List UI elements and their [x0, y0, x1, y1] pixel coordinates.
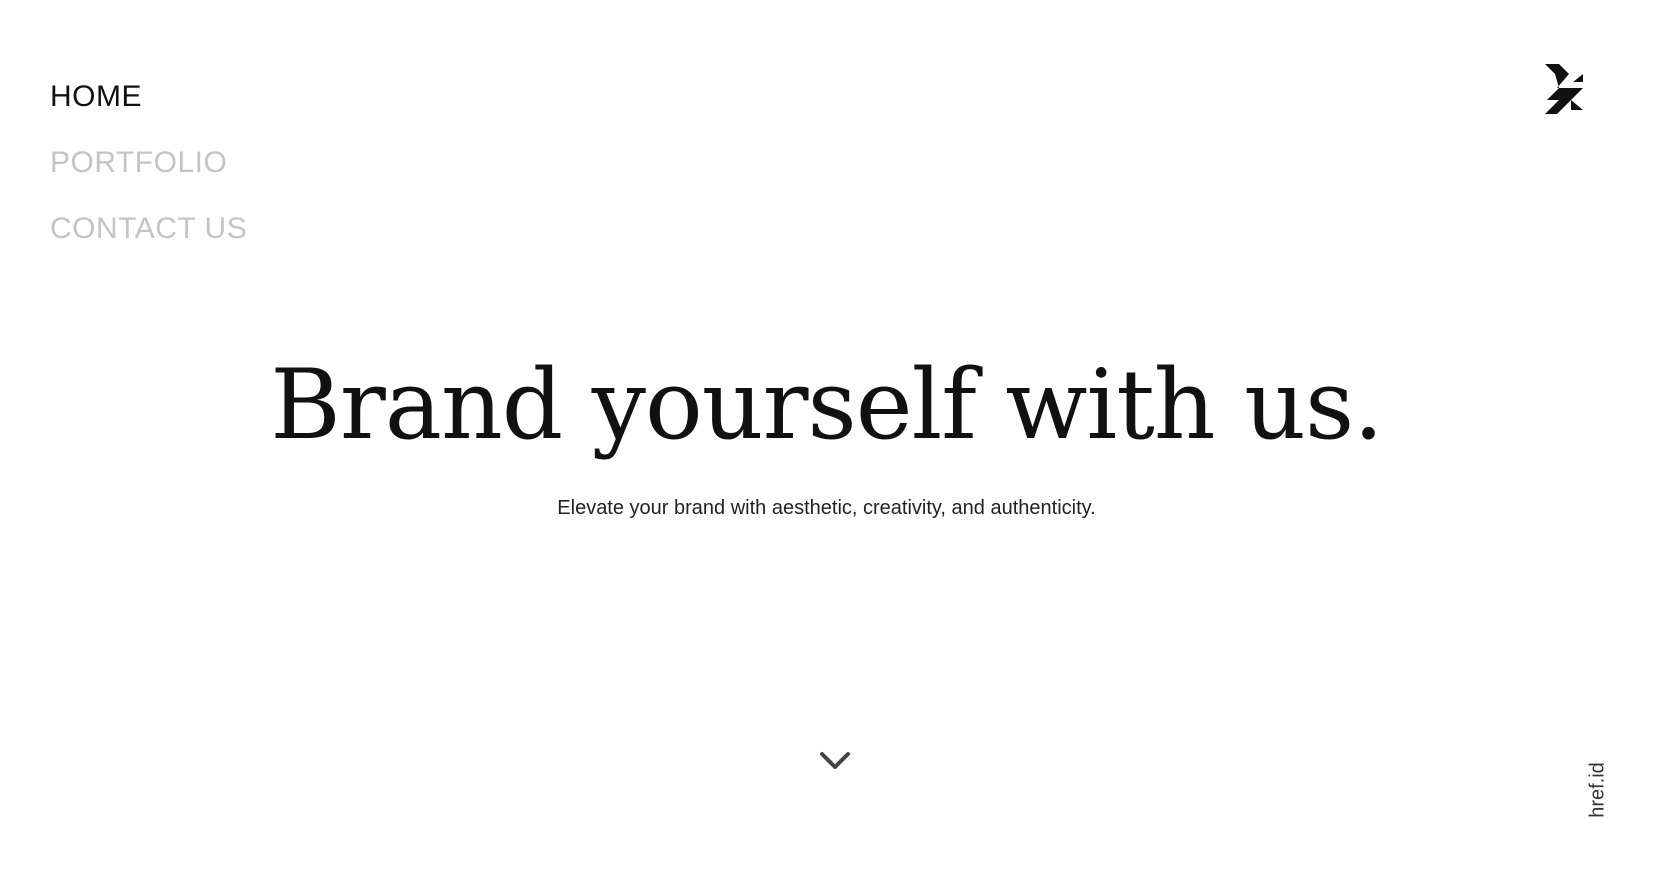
chevron-down-icon[interactable] — [818, 748, 852, 772]
side-brand-text: href.id — [1586, 762, 1609, 818]
page: HOME PORTFOLIO CONTACT US Brand yourself… — [0, 0, 1653, 880]
nav-item-contact-us[interactable]: CONTACT US — [50, 196, 247, 262]
hero-subtitle: Elevate your brand with aesthetic, creat… — [557, 497, 1096, 519]
brand-logo-icon[interactable] — [1543, 62, 1585, 116]
side-brand-label[interactable]: href.id — [1585, 758, 1611, 822]
main-nav: HOME PORTFOLIO CONTACT US — [50, 64, 247, 262]
hero-title: Brand yourself with us. — [270, 349, 1383, 461]
nav-item-portfolio[interactable]: PORTFOLIO — [50, 130, 247, 196]
nav-item-home[interactable]: HOME — [50, 64, 247, 130]
